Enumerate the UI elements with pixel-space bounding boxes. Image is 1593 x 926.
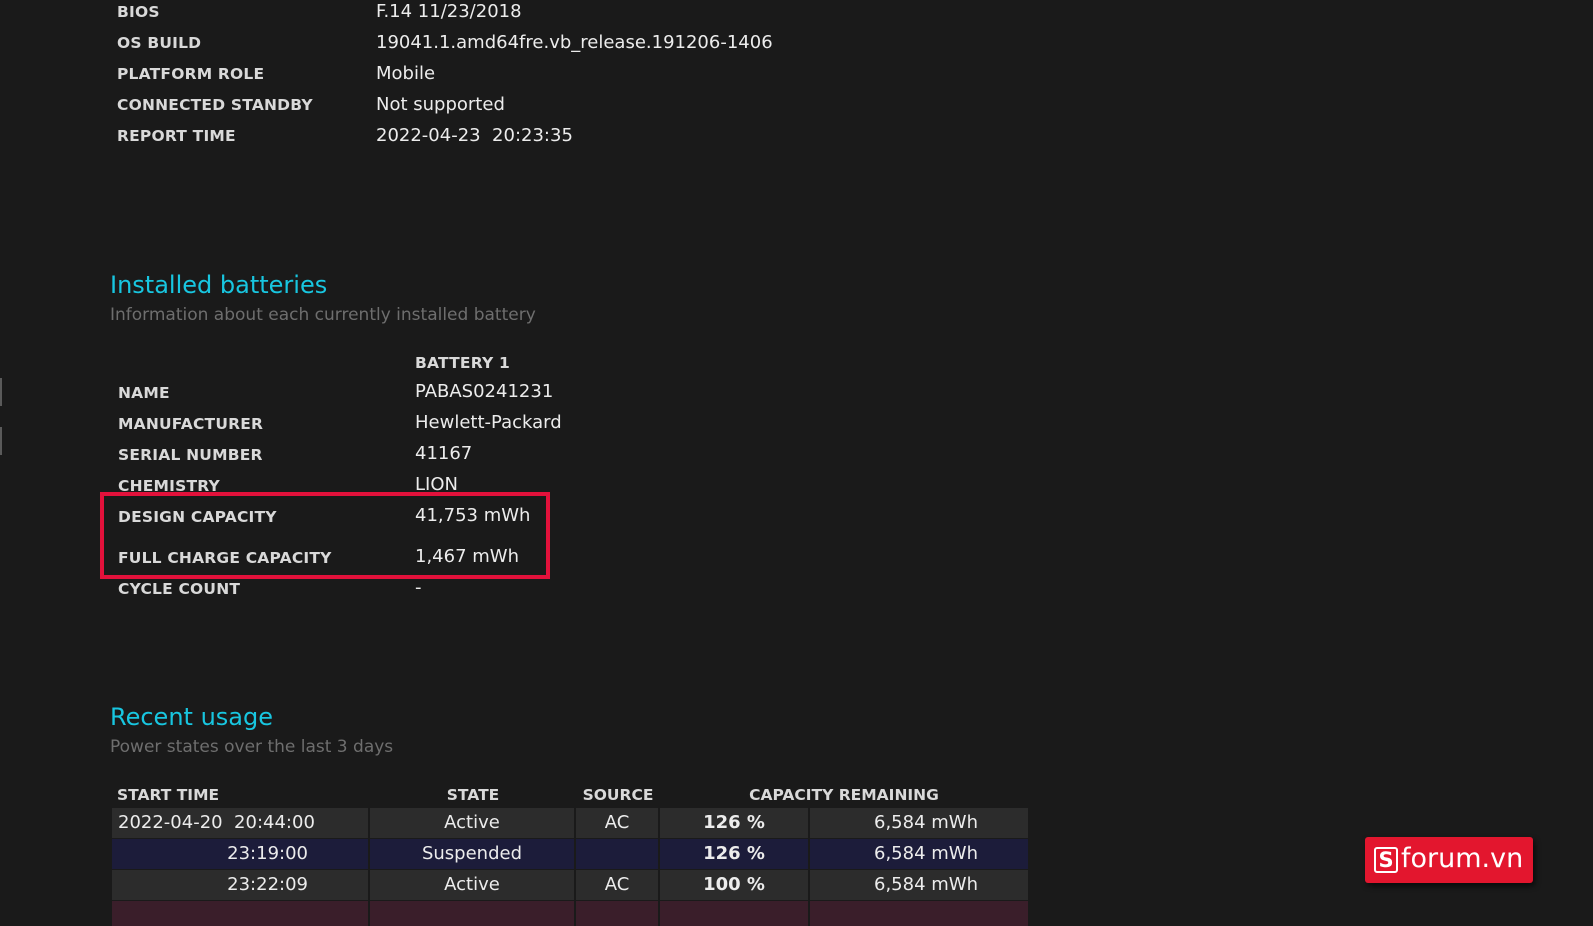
cell-start-time: 23:19:00 bbox=[112, 839, 370, 869]
highlight-box bbox=[100, 492, 550, 579]
table-row: 2022-04-20 20:44:00 Active AC 126 % 6,58… bbox=[112, 808, 1028, 838]
logo-text: forum.vn bbox=[1401, 843, 1524, 874]
battery-key: NAME bbox=[118, 384, 170, 402]
system-info-value: Not supported bbox=[376, 94, 505, 115]
cell-start-time: 23:22:09 bbox=[112, 870, 370, 900]
cell-start-time: 2022-04-20 20:44:00 bbox=[112, 808, 370, 838]
battery-key: MANUFACTURER bbox=[118, 415, 264, 433]
battery-value: Hewlett-Packard bbox=[415, 412, 562, 433]
recent-usage-subtitle: Power states over the last 3 days bbox=[110, 737, 394, 757]
recent-usage-heading: Recent usage bbox=[110, 703, 273, 731]
column-header-source: SOURCE bbox=[582, 786, 654, 804]
system-info-value: 19041.1.amd64fre.vb_release.191206-1406 bbox=[376, 32, 773, 53]
cell-state: Active bbox=[370, 870, 576, 900]
table-row-partial bbox=[112, 901, 1028, 926]
system-info-value: 2022-04-23 20:23:35 bbox=[376, 125, 573, 146]
table-row: 23:19:00 Suspended 126 % 6,584 mWh bbox=[112, 839, 1028, 869]
battery-column-header: BATTERY 1 bbox=[415, 354, 510, 372]
column-header-start-time: START TIME bbox=[117, 786, 220, 804]
cell-capacity-percent: 126 % bbox=[660, 808, 810, 838]
table-row: 23:22:09 Active AC 100 % 6,584 mWh bbox=[112, 870, 1028, 900]
battery-value: 41167 bbox=[415, 443, 473, 464]
logo-s-icon: S bbox=[1374, 847, 1398, 873]
scroll-marker bbox=[0, 427, 2, 455]
system-info-key: REPORT TIME bbox=[117, 127, 236, 145]
cell-capacity-mwh: 6,584 mWh bbox=[810, 870, 1028, 900]
battery-value: PABAS0241231 bbox=[415, 381, 554, 402]
installed-batteries-subtitle: Information about each currently install… bbox=[110, 305, 536, 325]
battery-value: - bbox=[415, 577, 422, 598]
system-info-value: Mobile bbox=[376, 63, 436, 84]
system-info-key: CONNECTED STANDBY bbox=[117, 96, 313, 114]
system-info-key: OS BUILD bbox=[117, 34, 202, 52]
cell-state: Suspended bbox=[370, 839, 576, 869]
system-info-key: PLATFORM ROLE bbox=[117, 65, 265, 83]
cell-capacity-percent: 126 % bbox=[660, 839, 810, 869]
column-header-capacity-remaining: CAPACITY REMAINING bbox=[749, 786, 939, 804]
scroll-marker bbox=[0, 378, 2, 406]
cell-state: Active bbox=[370, 808, 576, 838]
sforum-logo: S forum.vn bbox=[1365, 837, 1533, 883]
system-info-value: F.14 11/23/2018 bbox=[376, 1, 522, 22]
cell-source bbox=[576, 839, 660, 869]
system-info-key: BIOS bbox=[117, 3, 160, 21]
cell-capacity-mwh: 6,584 mWh bbox=[810, 839, 1028, 869]
column-header-state: STATE bbox=[446, 786, 500, 804]
cell-source: AC bbox=[576, 808, 660, 838]
cell-capacity-percent: 100 % bbox=[660, 870, 810, 900]
cell-source: AC bbox=[576, 870, 660, 900]
installed-batteries-heading: Installed batteries bbox=[110, 271, 328, 299]
battery-key: CYCLE COUNT bbox=[118, 580, 241, 598]
cell-capacity-mwh: 6,584 mWh bbox=[810, 808, 1028, 838]
battery-key: SERIAL NUMBER bbox=[118, 446, 263, 464]
